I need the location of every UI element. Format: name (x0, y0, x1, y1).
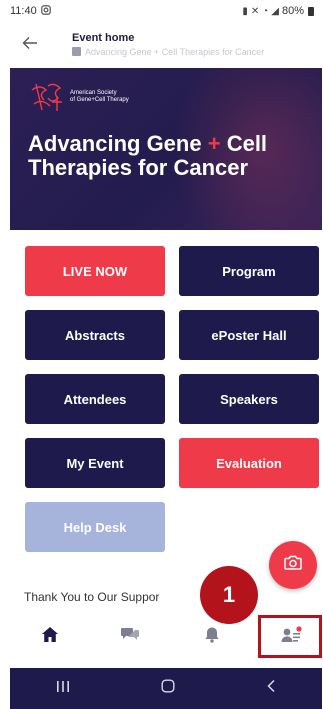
bell-icon (204, 626, 220, 648)
home-icon (41, 626, 59, 648)
back-system-icon[interactable] (266, 679, 276, 698)
camera-icon (284, 555, 302, 575)
home-system-icon[interactable] (161, 679, 175, 698)
event-banner: American Society of Gene+Cell Therapy Ad… (10, 68, 322, 230)
banner-title-part2: Cell (220, 131, 268, 156)
help-desk-button[interactable]: Help Desk (25, 502, 165, 552)
evaluation-button[interactable]: Evaluation (179, 438, 319, 488)
speakers-button[interactable]: Speakers (179, 374, 319, 424)
event-subtitle: Advancing Gene + Cell Therapies for Canc… (72, 47, 264, 57)
nav-tab-chat[interactable] (100, 614, 160, 660)
battery-level: 80% (281, 5, 304, 17)
step-badge: 1 (200, 566, 258, 624)
highlight-box (258, 615, 322, 658)
abstracts-button[interactable]: Abstracts (25, 310, 165, 360)
instagram-icon (40, 4, 51, 18)
battery-icon (308, 6, 314, 16)
banner-title-plus: + (207, 131, 221, 156)
asgct-org-name: American Society of Gene+Cell Therapy (70, 90, 129, 104)
nav-tab-home[interactable] (20, 614, 80, 660)
event-name: Advancing Gene + Cell Therapies for Canc… (85, 46, 265, 57)
live-now-button[interactable]: LIVE NOW (25, 246, 165, 296)
eposter-hall-button[interactable]: ePoster Hall (179, 310, 319, 360)
asgct-logo: American Society of Gene+Cell Therapy (30, 82, 129, 112)
attendees-button[interactable]: Attendees (25, 374, 165, 424)
signal-icon: ◢ (271, 5, 279, 17)
org-line-1: American Society (70, 90, 117, 97)
banner-title: Advancing Gene + Cell Therapies for Canc… (28, 132, 322, 180)
camera-button[interactable] (269, 541, 317, 589)
mute-icon: ✕ (250, 5, 260, 17)
chat-icon (120, 626, 140, 648)
wifi-icon: ◔ (262, 5, 269, 17)
asgct-logo-mark (30, 82, 64, 112)
my-event-button[interactable]: My Event (25, 438, 165, 488)
page-title: Event home (72, 31, 135, 44)
calendar-icon (72, 47, 81, 56)
sponsors-heading: Thank You to Our Suppor (24, 590, 160, 604)
vibrate-icon: ▮ (242, 5, 248, 17)
status-time: 11:40 (10, 5, 37, 17)
org-line-2: of Gene+Cell Therapy (70, 97, 129, 103)
status-bar: 11:40 ▮ ✕ ◔ ◢ 80% (0, 0, 323, 22)
system-nav-bar (10, 668, 322, 709)
app-bar: Event home Advancing Gene + Cell Therapi… (0, 24, 323, 64)
recent-apps-icon[interactable] (56, 680, 70, 698)
program-button[interactable]: Program (179, 246, 319, 296)
banner-title-part1: Advancing Gene (28, 131, 208, 156)
banner-title-line2: Therapies for Cancer (28, 154, 249, 180)
back-arrow-icon[interactable] (22, 34, 48, 54)
